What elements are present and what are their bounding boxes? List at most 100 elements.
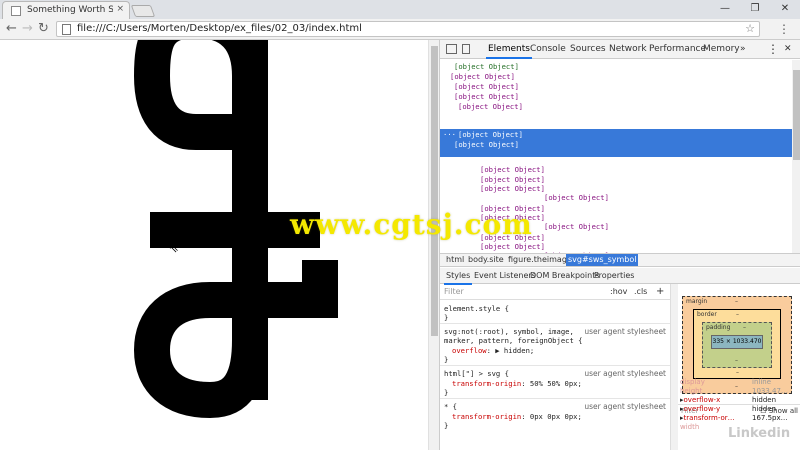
hover-state-toggle[interactable]: :hov (610, 284, 627, 299)
computed-row[interactable]: ▸transform-or… 167.5px… (680, 414, 797, 423)
computed-name: transform-or… (683, 414, 735, 422)
breadcrumb-svg[interactable]: svg#sws_symbol (566, 254, 639, 266)
styles-subtabs: Styles Event Listeners DOM Breakpoints P… (440, 268, 800, 285)
computed-name: height (680, 387, 703, 395)
computed-name: display (680, 378, 705, 386)
computed-value: hidden (752, 396, 777, 404)
bookmark-star-icon[interactable]: ☆ (745, 22, 755, 35)
tab-console[interactable]: Console (528, 40, 568, 59)
device-toolbar-icon[interactable] (462, 44, 470, 54)
dom-node-line[interactable]: [object Object] (544, 222, 609, 232)
tab-performance[interactable]: Performance (647, 40, 708, 59)
browser-menu-icon[interactable]: ⋮ (778, 22, 790, 36)
dom-node-line[interactable]: [object Object] (454, 140, 519, 150)
tab-memory[interactable]: Memory (701, 40, 742, 59)
browser-tab[interactable]: Something Worth Seeing × (2, 1, 130, 19)
rule-close: } (444, 388, 449, 397)
more-tabs-icon[interactable]: » (738, 40, 748, 59)
tab-properties[interactable]: Properties (592, 268, 636, 283)
rule-selector[interactable]: * { (444, 402, 457, 411)
border-label: border (697, 311, 717, 318)
dom-node-line[interactable]: [object Object] (480, 184, 545, 194)
maximize-button[interactable]: ❐ (740, 0, 770, 19)
rule-property[interactable]: overflow: ▶ hidden; (452, 346, 534, 355)
reload-button[interactable]: ↻ (38, 22, 49, 36)
box-model-padding: padding – – 335 × 1033.470 (702, 322, 772, 368)
dom-node-line[interactable]: [object Object] (450, 72, 515, 82)
rule-selector[interactable]: svg:not(:root), symbol, image, (444, 327, 574, 336)
node-ellipsis-icon[interactable]: ··· (443, 130, 456, 140)
watermark-text: www.cgtsj.com (290, 208, 533, 241)
rule-selector[interactable]: html["] > svg { (444, 369, 509, 378)
computed-row[interactable]: display inline (680, 378, 797, 387)
rule-source-link[interactable]: user agent stylesheet (584, 369, 666, 378)
border-bottom-value: – (736, 369, 739, 376)
border-top-value: – (736, 311, 739, 318)
computed-row[interactable]: ▸overflow-y hidden (680, 405, 797, 414)
dom-node-line[interactable]: [object Object] (544, 193, 609, 203)
tab-sources[interactable]: Sources (568, 40, 608, 59)
rule-selector[interactable]: marker, pattern, foreignObject { (444, 336, 582, 345)
class-toggle[interactable]: .cls (634, 284, 647, 299)
rule-property[interactable]: transform-origin: 50% 50% 0px; (452, 379, 582, 388)
dom-scrollbar-thumb[interactable] (793, 70, 800, 160)
rule-source-link[interactable]: user agent stylesheet (584, 327, 666, 336)
dom-node-line[interactable]: [object Object] (480, 242, 545, 252)
computed-row[interactable]: ▸overflow-x hidden (680, 396, 797, 405)
tab-elements[interactable]: Elements (486, 40, 532, 59)
tab-title: Something Worth Seeing (27, 5, 113, 15)
margin-top-value: – (735, 298, 738, 305)
breadcrumb-figure[interactable]: figure.theimage (506, 254, 574, 266)
browser-toolbar: ← → ↻ file:///C:/Users/Morten/Desktop/ex… (0, 19, 800, 40)
mouse-cursor-icon: ⇖ (168, 241, 179, 256)
inspect-element-icon[interactable] (446, 44, 457, 54)
breadcrumb: html body.site figure.theimage svg#sws_s… (440, 253, 800, 267)
tab-network[interactable]: Network (607, 40, 649, 59)
tab-styles[interactable]: Styles (444, 268, 473, 285)
dom-node-line[interactable]: [object Object] (454, 62, 519, 72)
rule-selector[interactable]: element.style { (444, 304, 509, 313)
computed-value: hidden (752, 405, 777, 413)
dom-node-line[interactable]: [object Object] (458, 102, 523, 112)
rule-divider (440, 398, 670, 399)
dom-node-line[interactable]: [object Object] (458, 130, 523, 140)
breadcrumb-body[interactable]: body.site (466, 254, 506, 266)
devtools-menu-icon[interactable]: ⋮ (765, 40, 781, 59)
property-name: overflow (452, 346, 487, 355)
padding-label: padding (706, 324, 731, 331)
selected-dom-node[interactable]: [object Object] [object Object] ··· (440, 129, 792, 157)
new-tab-button[interactable] (130, 5, 156, 17)
page-viewport: ⇖ (0, 40, 439, 450)
computed-row[interactable]: height 1033.47… (680, 387, 797, 396)
url-text[interactable]: file:///C:/Users/Morten/Desktop/ex_files… (77, 23, 362, 34)
page-scrollbar-thumb[interactable] (431, 46, 438, 336)
tab-dom-breakpoints[interactable]: DOM Breakpoints (528, 268, 602, 283)
property-name: transform-origin (452, 379, 522, 388)
page-scrollbar[interactable] (428, 40, 439, 450)
forward-button[interactable]: → (22, 22, 33, 36)
property-name: transform-origin (452, 412, 522, 421)
rule-source-link[interactable]: user agent stylesheet (584, 402, 666, 411)
rule-divider (440, 365, 670, 366)
rule-property[interactable]: transform-origin: 0px 0px 0px; (452, 412, 582, 421)
file-icon (62, 24, 71, 35)
close-tab-icon[interactable]: × (116, 4, 124, 14)
styles-filter-input[interactable]: Filter (444, 284, 464, 299)
minimize-button[interactable]: — (710, 0, 740, 19)
back-button[interactable]: ← (6, 22, 17, 36)
computed-value: 1033.47… (752, 387, 788, 395)
address-bar[interactable]: file:///C:/Users/Morten/Desktop/ex_files… (56, 21, 760, 37)
dom-node-line[interactable]: [object Object] (454, 82, 519, 92)
dom-node-line[interactable]: [object Object] (454, 92, 519, 102)
dom-node-line[interactable]: [object Object] (480, 165, 545, 175)
close-window-button[interactable]: ✕ (770, 0, 800, 19)
box-model-content[interactable]: 335 × 1033.470 (711, 335, 763, 349)
add-rule-button[interactable]: + (656, 284, 664, 299)
browser-titlebar: Something Worth Seeing × — ❐ ✕ (0, 0, 800, 19)
property-value: ▶ hidden; (495, 346, 535, 355)
dom-scrollbar[interactable] (792, 60, 800, 253)
property-value: 0px 0px 0px; (529, 412, 582, 421)
rule-close: } (444, 313, 449, 322)
close-devtools-icon[interactable]: ✕ (782, 40, 794, 59)
breadcrumb-html[interactable]: html (444, 254, 466, 266)
